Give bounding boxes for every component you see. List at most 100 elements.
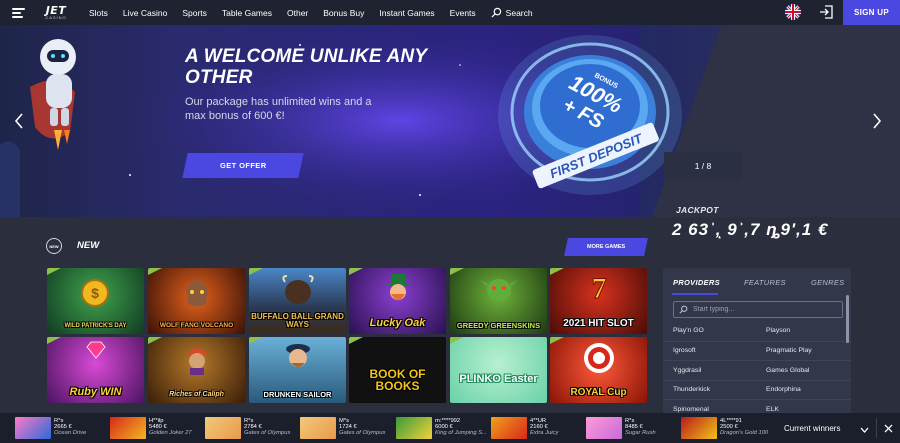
tab-providers[interactable]: PROVIDERS: [673, 278, 720, 287]
provider-link[interactable]: Thunderkick: [663, 386, 753, 393]
game-name: ROYAL Cup: [570, 387, 627, 398]
provider-link[interactable]: Play'n GO: [663, 327, 753, 334]
provider-link[interactable]: ELK: [753, 406, 843, 413]
new-badge-icon: NEW: [46, 238, 62, 254]
game-tile[interactable]: BOOK OF BOOKS: [349, 337, 446, 403]
provider-link[interactable]: Igrosoft: [663, 347, 753, 354]
game-name: DRUNKEN SAILOR: [263, 389, 332, 399]
nav-events[interactable]: Events: [450, 8, 476, 18]
search-icon: [679, 305, 688, 314]
ruby-gem-icon: [86, 341, 106, 359]
nav-other[interactable]: Other: [287, 8, 308, 18]
current-winners-label: Current winners: [784, 424, 841, 433]
game-name: BOOK OF BOOKS: [369, 366, 426, 394]
winner-item[interactable]: M*s 1724 € Gates of Olympus: [300, 417, 385, 439]
new-tag: [148, 268, 162, 275]
provider-link[interactable]: Pragmatic Play: [753, 347, 843, 354]
winner-game: Gates of Olympus: [244, 429, 291, 436]
winner-item[interactable]: 4L****91 2500 € Dragon's Gold 100: [681, 417, 768, 439]
logo-subtext: CASINO: [45, 15, 67, 20]
list-item: Play'n GO Playson: [663, 321, 851, 341]
game-tile[interactable]: $ WILD PATRICK'S DAY: [47, 268, 144, 334]
provider-link[interactable]: Games Global: [753, 367, 843, 374]
game-thumbnail: [586, 417, 622, 439]
game-tile[interactable]: BUFFALO BALL GRAND WAYS: [249, 268, 346, 334]
game-tile[interactable]: Riches of Caliph: [148, 337, 245, 403]
nav-bonus-buy[interactable]: Bonus Buy: [323, 8, 364, 18]
nav-sports[interactable]: Sports: [182, 8, 207, 18]
tab-features[interactable]: FEATURES: [744, 278, 786, 287]
wolf-icon: [186, 278, 208, 307]
provider-scrollbar[interactable]: [846, 295, 849, 343]
top-navigation-bar: JET CASINO Slots Live Casino Sports Tabl…: [0, 0, 900, 25]
banner-subtitle: Our package has unlimited wins and a max…: [185, 96, 372, 122]
game-tile[interactable]: Ruby WIN: [47, 337, 144, 403]
tab-genres[interactable]: GENRES: [811, 278, 844, 287]
game-tile[interactable]: WOLF FANG VOLCANO: [148, 268, 245, 334]
search-icon: [491, 7, 501, 18]
goblin-icon: [480, 279, 518, 301]
game-tile[interactable]: 7 2021 HIT SLOT: [550, 268, 647, 334]
game-name: Riches of Caliph: [169, 391, 224, 398]
winner-game: Dragon's Gold 100: [720, 429, 769, 436]
winner-item[interactable]: m:****992 6000 € King of Jumping S...: [396, 417, 487, 439]
game-thumbnail: [491, 417, 527, 439]
search-button[interactable]: Search: [491, 7, 533, 18]
game-tile[interactable]: Lucky Oak: [349, 268, 446, 334]
list-item: Igrosoft Pragmatic Play: [663, 340, 851, 361]
chevron-right-icon[interactable]: [872, 112, 882, 130]
provider-link[interactable]: Endorphina: [753, 386, 843, 393]
new-tag: [550, 337, 564, 344]
menu-icon[interactable]: [12, 7, 25, 18]
winner-item[interactable]: 4**UR 2160 € Extra Juicy: [491, 417, 558, 439]
svg-text:$: $: [91, 285, 99, 301]
game-tile[interactable]: DRUNKEN SAILOR: [249, 337, 346, 403]
astronaut-illustration: [30, 39, 76, 150]
provider-search-input[interactable]: [693, 306, 833, 313]
logo[interactable]: JET CASINO: [34, 5, 78, 20]
providers-panel: PROVIDERS FEATURES GENRES Play'n GOPlays…: [663, 268, 851, 413]
game-tile[interactable]: PLINKO Easter: [450, 337, 547, 403]
lucky-seven-icon: 7: [591, 272, 607, 302]
new-badge-text: NEW: [49, 243, 59, 249]
jackpot-value: 2 63ʾ,ͅ 9ʾ,7 ȵ9ʹ,1 €: [672, 220, 829, 239]
more-games-button[interactable]: MORE GAMES: [564, 238, 648, 256]
new-tag: [450, 337, 464, 344]
provider-list: Play'n GO Playson Igrosoft Pragmatic Play …: [663, 321, 851, 419]
nav-table-games[interactable]: Table Games: [222, 8, 272, 18]
winner-item[interactable]: R*s 2784 € Gates of Olympus: [205, 417, 290, 439]
nav-instant-games[interactable]: Instant Games: [379, 8, 434, 18]
chevron-down-icon[interactable]: [860, 427, 869, 433]
game-thumbnail: [300, 417, 336, 439]
new-tag: [349, 337, 363, 344]
close-icon[interactable]: [884, 424, 893, 433]
provider-link[interactable]: Yggdrasil: [663, 367, 753, 374]
more-games-label: MORE GAMES: [586, 244, 626, 250]
nav-live-casino[interactable]: Live Casino: [123, 8, 167, 18]
jackpot-label: JACKPOT: [676, 205, 719, 215]
get-offer-button[interactable]: GET OFFER: [182, 153, 304, 178]
sign-up-button[interactable]: SIGN UP: [843, 0, 900, 25]
game-name: GREEDY GREENSKINS: [456, 320, 541, 330]
login-icon[interactable]: [819, 5, 833, 19]
current-winners-bar: R*s 2665 € Ocean Drive H**ilp 5480 € Golden …: [0, 413, 900, 443]
svg-text:7: 7: [592, 272, 607, 302]
provider-link[interactable]: Spinomenal: [663, 406, 753, 413]
game-name: Lucky Oak: [369, 317, 426, 329]
winner-item[interactable]: R*s 2665 € Ocean Drive: [15, 417, 86, 439]
uk-flag-icon[interactable]: [785, 4, 801, 20]
chevron-left-icon[interactable]: [14, 112, 24, 130]
provider-search-field[interactable]: [673, 301, 843, 318]
game-tile[interactable]: GREEDY GREENSKINS: [450, 268, 547, 334]
game-name: 2021 HIT SLOT: [563, 318, 634, 329]
winner-item[interactable]: H**ilp 5480 € Golden Joker 27: [110, 417, 192, 439]
caliph-icon: [187, 348, 207, 375]
new-tag: [47, 268, 61, 275]
nav-slots[interactable]: Slots: [89, 8, 108, 18]
game-thumbnail: [681, 417, 717, 439]
provider-link[interactable]: Playson: [753, 327, 843, 334]
winner-item[interactable]: R*s 8485 € Sugar Rush: [586, 417, 656, 439]
game-tile[interactable]: ROYAL Cup: [550, 337, 647, 403]
winner-game: Gates of Olympus: [339, 429, 386, 436]
slide-counter: 1 / 8: [664, 152, 742, 180]
